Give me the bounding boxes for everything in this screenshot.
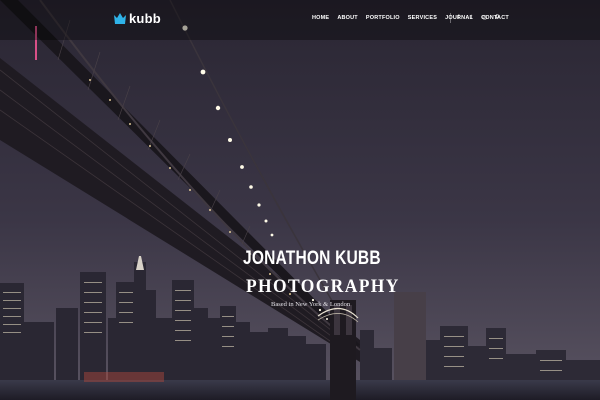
brand-name: kubb: [129, 11, 161, 26]
twitter-icon[interactable]: t: [469, 14, 474, 22]
hero-subtitle: PHOTOGRAPHY: [246, 276, 400, 297]
nav-divider: [450, 13, 451, 23]
dribbble-icon[interactable]: ◎: [482, 14, 487, 22]
crown-icon: [114, 13, 126, 24]
hero-title: JONATHON KUBB: [243, 248, 381, 269]
social-links: f t ◎ P: [456, 14, 500, 22]
nav-item-services[interactable]: SERVICES: [408, 15, 437, 21]
facebook-icon[interactable]: f: [456, 14, 461, 22]
site-header: kubb HOME ABOUT PORTFOLIO SERVICES JOURN…: [0, 0, 600, 40]
night-cityscape-bridge-image: [0, 0, 600, 400]
brand-logo-link[interactable]: kubb: [114, 11, 161, 26]
hero-location-note: Based in New York & London: [271, 301, 351, 308]
nav-item-portfolio[interactable]: PORTFOLIO: [366, 15, 400, 21]
pinterest-icon[interactable]: P: [495, 14, 500, 22]
nav-item-about[interactable]: ABOUT: [337, 15, 358, 21]
nav-item-home[interactable]: HOME: [312, 15, 329, 21]
hero-background-photo: [0, 0, 600, 400]
